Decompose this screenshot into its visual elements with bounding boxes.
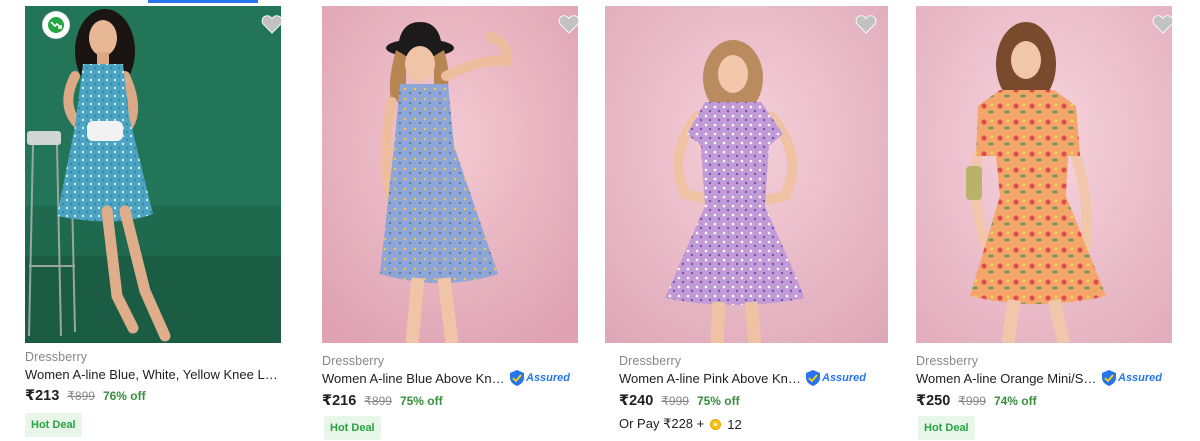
product-card-3[interactable]: Dressberry Women A-line Pink Above Knee/… [605,0,893,441]
wishlist-heart-icon[interactable] [558,14,582,38]
product-card-1[interactable]: Dressberry Women A-line Blue, White, Yel… [25,0,285,441]
discount-percent: 74% off [993,394,1037,408]
hot-deal-badge: Hot Deal [324,416,381,440]
product-image-2[interactable] [322,6,578,343]
price-row: ₹240 ₹999 75% off [619,393,740,409]
product-image-1[interactable] [25,6,281,343]
assured-badge: Assured [1102,370,1162,386]
product-image-4[interactable] [916,6,1172,343]
assured-label: Assured [526,372,571,384]
brand-name: Dressberry [619,354,682,368]
dress-photo-light-blue [322,6,578,343]
brand-name: Dressberry [25,350,88,364]
original-price: ₹999 [661,394,689,408]
product-title[interactable]: Women A-line Pink Above Knee/Mid Thigh L… [619,371,805,386]
product-card-4[interactable]: Dressberry Women A-line Orange Mini/Shor… [916,0,1176,441]
product-image-3[interactable] [605,6,888,343]
original-price: ₹899 [67,389,95,403]
shield-icon [1102,370,1116,386]
assured-label: Assured [1118,372,1163,384]
assured-label: Assured [822,372,867,384]
shield-icon [510,370,524,386]
brand-name: Dressberry [916,354,979,368]
dress-photo-teal-blue [25,6,281,343]
product-card-2[interactable]: Dressberry Women A-line Blue Above Knee/… [322,0,582,441]
product-title[interactable]: Women A-line Orange Mini/Short Dress [916,371,1101,386]
coin-count: 12 [727,416,742,432]
original-price: ₹899 [364,394,392,408]
dress-photo-pink-floral [605,6,888,343]
original-price: ₹999 [958,394,986,408]
hot-deal-badge: Hot Deal [25,413,82,437]
price-row: ₹250 ₹999 74% off [916,393,1037,409]
wishlist-heart-icon[interactable] [855,14,879,38]
selling-price: ₹213 [25,388,60,404]
supercoin-icon [710,418,722,430]
or-pay-text: Or Pay ₹228 + [619,416,705,431]
wishlist-heart-icon[interactable] [261,14,285,38]
discount-percent: 76% off [102,389,146,403]
selling-price: ₹250 [916,393,951,409]
discount-percent: 75% off [399,394,443,408]
price-row: ₹216 ₹899 75% off [322,393,443,409]
selling-price: ₹240 [619,393,654,409]
product-title[interactable]: Women A-line Blue, White, Yellow Knee Le… [25,367,281,382]
assured-badge: Assured [806,370,866,386]
shield-icon [806,370,820,386]
supercoin-offer: Or Pay ₹228 + 12 [619,416,742,432]
brand-name: Dressberry [322,354,385,368]
wishlist-heart-icon[interactable] [1152,14,1176,38]
price-row: ₹213 ₹899 76% off [25,388,146,404]
product-title[interactable]: Women A-line Blue Above Knee/Mid Thigh L… [322,371,508,386]
hot-deal-badge: Hot Deal [918,416,975,440]
discount-percent: 75% off [696,394,740,408]
selling-price: ₹216 [322,393,357,409]
assured-badge: Assured [510,370,570,386]
price-drop-trend-icon [43,12,69,38]
dress-photo-orange-floral [916,6,1172,343]
